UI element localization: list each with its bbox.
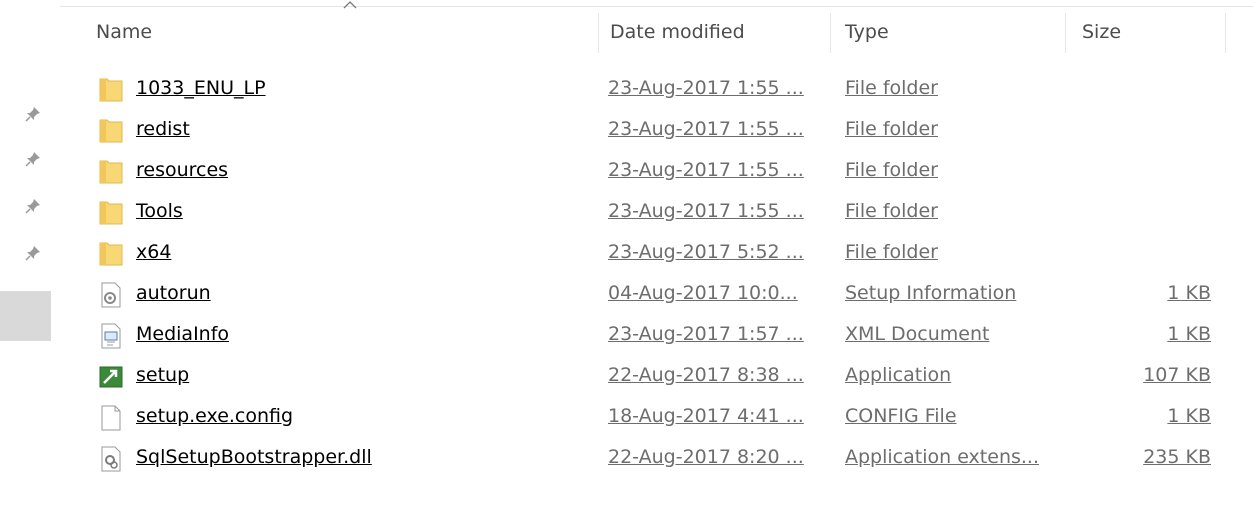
file-type: Application — [845, 364, 952, 386]
pin-icon[interactable] — [25, 245, 41, 261]
pin-icon[interactable] — [25, 151, 41, 167]
dll-file-icon — [101, 446, 121, 472]
file-row[interactable]: setup 22-Aug-2017 8:38 ... Application 1… — [60, 355, 1253, 396]
folder-icon — [99, 78, 123, 102]
folder-icon — [99, 242, 123, 266]
column-divider[interactable] — [830, 13, 831, 53]
file-row[interactable]: 1033_ENU_LP 23-Aug-2017 1:55 ... File fo… — [60, 68, 1253, 109]
navigation-gutter — [0, 0, 60, 531]
file-name[interactable]: resources — [136, 159, 228, 181]
file-date-modified: 23-Aug-2017 1:55 ... — [608, 118, 804, 140]
file-type: Setup Information — [845, 282, 1017, 304]
file-type: File folder — [845, 241, 938, 263]
file-date-modified: 23-Aug-2017 1:55 ... — [608, 200, 804, 222]
column-header-type[interactable]: Type — [845, 21, 889, 43]
file-row[interactable]: x64 23-Aug-2017 5:52 ... File folder — [60, 232, 1253, 273]
pin-icon[interactable] — [25, 198, 41, 214]
column-divider[interactable] — [598, 13, 599, 53]
pin-icon[interactable] — [25, 106, 41, 122]
file-type: Application extens... — [845, 446, 1039, 468]
file-name[interactable]: setup.exe.config — [136, 405, 293, 427]
file-name[interactable]: MediaInfo — [136, 323, 229, 345]
file-type: File folder — [845, 118, 938, 140]
column-divider[interactable] — [1065, 13, 1066, 53]
sort-ascending-icon — [343, 1, 357, 9]
file-date-modified: 18-Aug-2017 4:41 ... — [608, 405, 804, 427]
file-type: File folder — [845, 77, 938, 99]
column-header-name[interactable]: Name — [96, 21, 152, 43]
file-date-modified: 23-Aug-2017 1:57 ... — [608, 323, 804, 345]
file-date-modified: 04-Aug-2017 10:0... — [608, 282, 798, 304]
selected-nav-item[interactable] — [0, 291, 51, 341]
file-type: XML Document — [845, 323, 990, 345]
column-header-date-modified[interactable]: Date modified — [610, 21, 745, 43]
column-divider[interactable] — [1225, 13, 1226, 53]
file-name[interactable]: setup — [136, 364, 189, 386]
file-row[interactable]: redist 23-Aug-2017 1:55 ... File folder — [60, 109, 1253, 150]
file-date-modified: 22-Aug-2017 8:20 ... — [608, 446, 804, 468]
file-name[interactable]: redist — [136, 118, 190, 140]
file-name[interactable]: Tools — [136, 200, 183, 222]
file-row[interactable]: autorun 04-Aug-2017 10:0... Setup Inform… — [60, 273, 1253, 314]
file-type: CONFIG File — [845, 405, 957, 427]
file-size: 1 KB — [1167, 323, 1211, 345]
file-row[interactable]: resources 23-Aug-2017 1:55 ... File fold… — [60, 150, 1253, 191]
file-type: File folder — [845, 200, 938, 222]
file-row[interactable]: setup.exe.config 18-Aug-2017 4:41 ... CO… — [60, 396, 1253, 437]
file-name[interactable]: 1033_ENU_LP — [136, 77, 266, 99]
folder-icon — [99, 119, 123, 143]
file-name[interactable]: autorun — [136, 282, 211, 304]
file-row[interactable]: Tools 23-Aug-2017 1:55 ... File folder — [60, 191, 1253, 232]
file-date-modified: 23-Aug-2017 1:55 ... — [608, 159, 804, 181]
setup-info-icon — [101, 282, 121, 308]
folder-icon — [99, 160, 123, 184]
file-size: 1 KB — [1167, 282, 1211, 304]
file-size: 235 KB — [1143, 446, 1211, 468]
file-name[interactable]: x64 — [136, 241, 171, 263]
file-type: File folder — [845, 159, 938, 181]
application-icon — [99, 366, 123, 388]
file-date-modified: 22-Aug-2017 8:38 ... — [608, 364, 804, 386]
file-size: 107 KB — [1143, 364, 1211, 386]
folder-icon — [99, 201, 123, 225]
file-row[interactable]: MediaInfo 23-Aug-2017 1:57 ... XML Docum… — [60, 314, 1253, 355]
column-header: Name Date modified Type Size — [60, 1, 1253, 59]
file-row[interactable]: SqlSetupBootstrapper.dll 22-Aug-2017 8:2… — [60, 437, 1253, 478]
blank-file-icon — [101, 405, 121, 431]
file-name[interactable]: SqlSetupBootstrapper.dll — [136, 446, 372, 468]
column-header-size[interactable]: Size — [1082, 21, 1121, 43]
file-date-modified: 23-Aug-2017 1:55 ... — [608, 77, 804, 99]
xml-document-icon — [101, 323, 121, 349]
file-size: 1 KB — [1167, 405, 1211, 427]
file-date-modified: 23-Aug-2017 5:52 ... — [608, 241, 804, 263]
